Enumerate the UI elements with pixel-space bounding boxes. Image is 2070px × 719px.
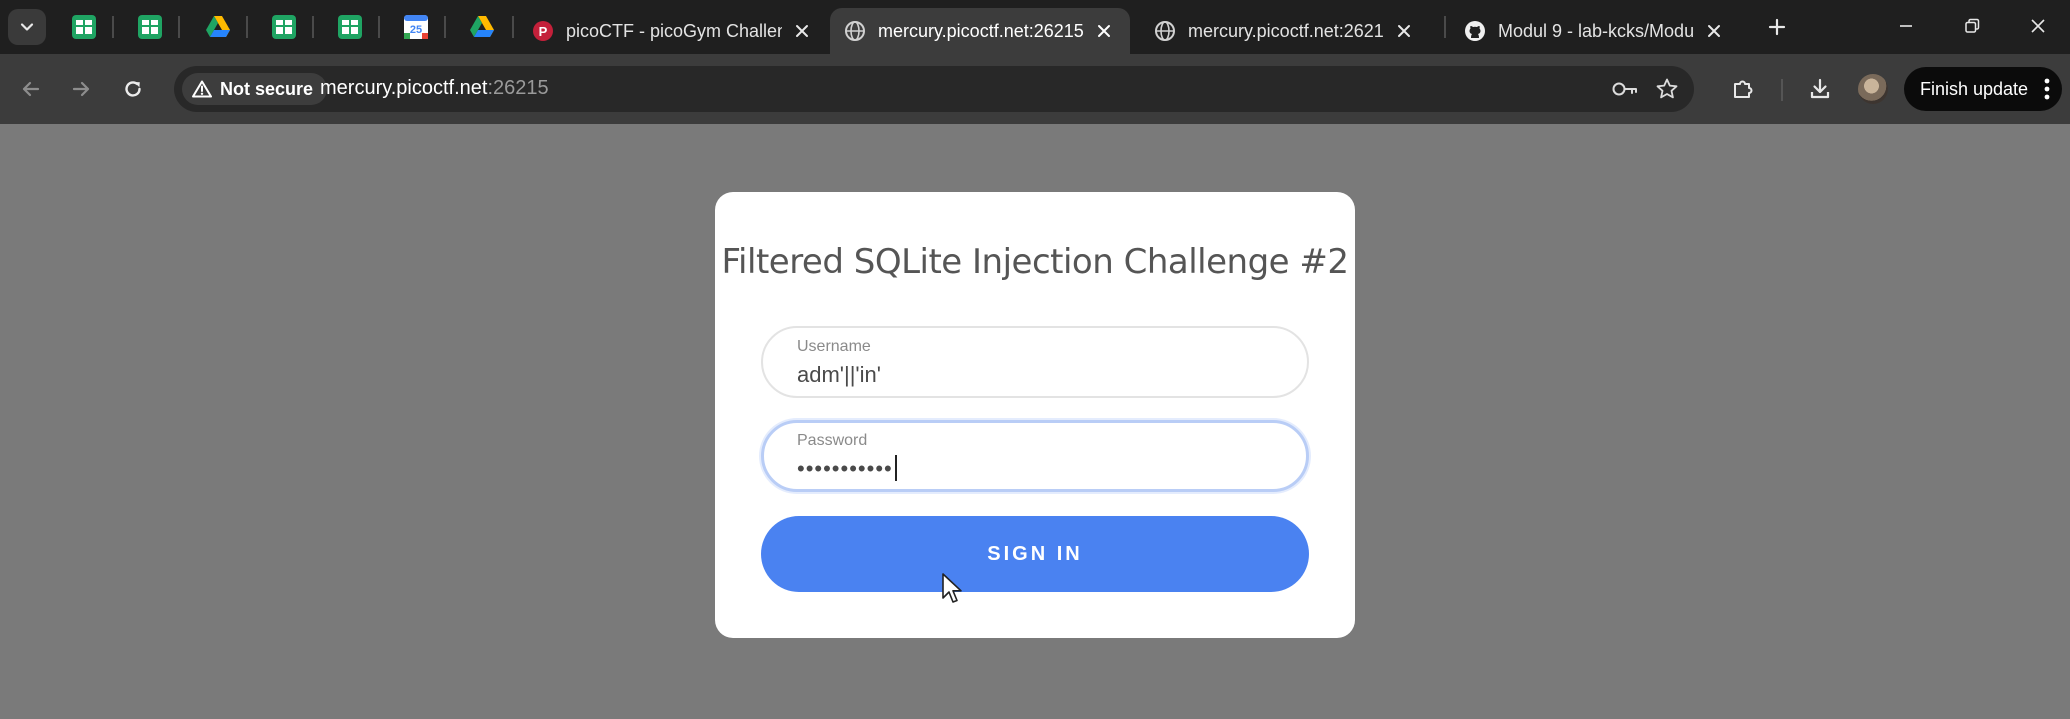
password-label: Password [797, 432, 868, 449]
close-window-button[interactable] [2008, 8, 2068, 44]
url-port: :26215 [487, 77, 549, 99]
close-icon [2031, 19, 2045, 33]
url-text[interactable]: mercury.picoctf.net:26215 [320, 77, 549, 100]
tab-github[interactable]: Modul 9 - lab-kcks/Modul_ [1450, 8, 1740, 54]
pinned-tab-sheets-3[interactable] [264, 10, 304, 44]
close-icon[interactable] [1092, 19, 1116, 43]
google-drive-icon [206, 16, 230, 37]
tab-title: Modul 9 - lab-kcks/Modul_ [1498, 20, 1694, 41]
pinned-tab-sheets-2[interactable] [130, 10, 170, 44]
url-host: mercury.picoctf.net [320, 77, 488, 99]
reload-button[interactable] [112, 68, 154, 110]
tab-mercury-active[interactable]: mercury.picoctf.net:26215 [830, 8, 1130, 54]
mouse-pointer-icon [942, 573, 962, 603]
globe-icon [844, 20, 866, 42]
username-label: Username [797, 338, 871, 355]
tab-title: mercury.picoctf.net:26215 [878, 20, 1084, 41]
tab-separator [1444, 16, 1446, 38]
close-icon[interactable] [1702, 19, 1726, 43]
key-icon [1612, 82, 1637, 96]
tab-separator [378, 16, 380, 38]
pinned-tab-sheets-4[interactable] [330, 10, 370, 44]
tab-title: mercury.picoctf.net:26215/ [1188, 20, 1384, 41]
reload-icon [125, 81, 141, 97]
google-sheets-icon [272, 15, 296, 39]
google-sheets-icon [72, 15, 96, 39]
pinned-tab-calendar[interactable]: 25 [396, 10, 436, 44]
new-tab-button[interactable] [1762, 12, 1792, 42]
tab-search-button[interactable] [8, 9, 46, 45]
minimize-icon [1900, 25, 1912, 27]
chevron-down-icon [20, 23, 34, 31]
username-field[interactable]: Username adm'||'in' [761, 326, 1309, 398]
tab-separator [444, 16, 446, 38]
browser-toolbar: Not secure mercury.picoctf.net:26215 Fin… [0, 54, 2070, 124]
google-sheets-icon [138, 15, 162, 39]
tab-mercury-2[interactable]: mercury.picoctf.net:26215/ [1140, 8, 1430, 54]
password-value: ••••••••••• [797, 456, 893, 481]
tab-separator [112, 16, 114, 38]
toolbar-divider [1781, 79, 1783, 101]
page-viewport: Filtered SQLite Injection Challenge #2 U… [0, 124, 2070, 719]
address-bar[interactable]: Not secure mercury.picoctf.net:26215 [174, 66, 1694, 112]
restore-button[interactable] [1942, 8, 2002, 44]
security-label: Not secure [220, 78, 314, 99]
finish-update-button[interactable]: Finish update [1904, 67, 2062, 111]
tab-strip: 25 P picoCTF - picoGym Challen mercury.p… [0, 0, 2070, 54]
pinned-tab-drive-2[interactable] [462, 10, 502, 44]
github-icon [1464, 20, 1486, 42]
restore-icon [1965, 18, 1980, 33]
google-drive-icon [470, 16, 494, 37]
forward-button[interactable] [60, 68, 102, 110]
tab-separator [312, 16, 314, 38]
google-sheets-icon [338, 15, 362, 39]
tab-separator [512, 16, 514, 38]
site-security-chip[interactable]: Not secure [182, 73, 328, 105]
tab-separator [178, 16, 180, 38]
tab-separator [246, 16, 248, 38]
close-icon[interactable] [1392, 19, 1416, 43]
svg-text:25: 25 [410, 24, 422, 36]
minimize-button[interactable] [1876, 8, 1936, 44]
download-icon [1810, 78, 1830, 99]
arrow-right-icon [72, 81, 90, 97]
bookmark-star-button[interactable] [1652, 74, 1682, 104]
warning-triangle-icon [192, 80, 212, 98]
password-value-wrap: ••••••••••• [797, 455, 897, 482]
pinned-tab-sheets-1[interactable] [64, 10, 104, 44]
extensions-button[interactable] [1722, 68, 1764, 110]
globe-icon [1154, 20, 1176, 42]
puzzle-icon [1734, 80, 1753, 98]
back-button[interactable] [10, 68, 52, 110]
login-card: Filtered SQLite Injection Challenge #2 U… [715, 192, 1355, 638]
close-icon[interactable] [790, 19, 814, 43]
tab-title: picoCTF - picoGym Challen [566, 20, 782, 41]
more-vert-icon [2044, 77, 2050, 106]
password-key-button[interactable] [1610, 74, 1640, 104]
plus-icon [1768, 18, 1786, 36]
page-title: Filtered SQLite Injection Challenge #2 [721, 242, 1349, 282]
tab-picoctf[interactable]: P picoCTF - picoGym Challen [518, 8, 828, 54]
profile-avatar[interactable] [1858, 74, 1888, 104]
username-value: adm'||'in' [797, 362, 881, 387]
pinned-tab-drive-1[interactable] [198, 10, 238, 44]
text-caret [894, 455, 897, 481]
finish-update-label: Finish update [1920, 78, 2029, 99]
sign-in-button[interactable]: SIGN IN [761, 516, 1309, 592]
star-icon [1656, 78, 1678, 99]
arrow-left-icon [22, 81, 40, 97]
svg-text:P: P [539, 24, 548, 39]
google-calendar-icon: 25 [404, 15, 428, 39]
password-field[interactable]: Password ••••••••••• [761, 420, 1309, 492]
picoctf-favicon: P [532, 20, 554, 42]
downloads-button[interactable] [1799, 68, 1841, 110]
